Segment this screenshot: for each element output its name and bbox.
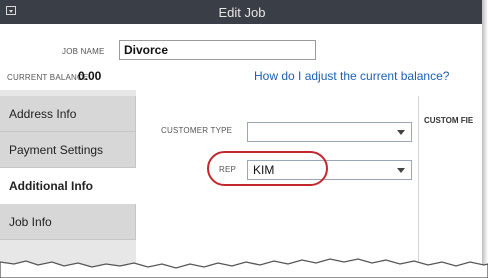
right-edge-shadow bbox=[482, 0, 488, 278]
tab-address-info-label: Address Info bbox=[9, 107, 77, 121]
job-name-label: JOB NAME bbox=[62, 47, 105, 56]
customer-type-label: CUSTOMER TYPE bbox=[161, 126, 233, 135]
rep-highlight-circle bbox=[207, 151, 328, 186]
chevron-down-icon bbox=[397, 168, 405, 173]
edit-job-window: Edit Job JOB NAME Divorce CURRENT BALANC… bbox=[0, 0, 488, 278]
customer-type-dropdown[interactable] bbox=[247, 122, 412, 142]
current-balance-value: 0.00 bbox=[78, 69, 102, 83]
tab-additional-info-label: Additional Info bbox=[9, 179, 93, 193]
window-title: Edit Job bbox=[218, 5, 266, 20]
adjust-balance-help-link[interactable]: How do I adjust the current balance? bbox=[254, 69, 449, 83]
tab-address-info[interactable]: Address Info bbox=[0, 96, 136, 132]
chevron-down-icon bbox=[397, 130, 405, 135]
tab-job-info[interactable]: Job Info bbox=[0, 204, 136, 240]
section-divider bbox=[418, 96, 419, 266]
job-header-form: JOB NAME Divorce CURRENT BALANCE 0.00 Ho… bbox=[0, 24, 484, 90]
torn-edge bbox=[0, 258, 488, 278]
custom-fields-heading: CUSTOM FIE bbox=[424, 116, 474, 125]
tab-payment-settings[interactable]: Payment Settings bbox=[0, 132, 136, 168]
job-name-value: Divorce bbox=[124, 43, 169, 57]
title-bar: Edit Job bbox=[0, 0, 484, 24]
current-balance-label: CURRENT BALANCE bbox=[7, 73, 89, 82]
tab-additional-info[interactable]: Additional Info bbox=[0, 168, 136, 204]
job-name-field[interactable]: Divorce bbox=[119, 40, 316, 60]
tab-payment-settings-label: Payment Settings bbox=[9, 143, 104, 157]
tab-job-info-label: Job Info bbox=[9, 215, 52, 229]
